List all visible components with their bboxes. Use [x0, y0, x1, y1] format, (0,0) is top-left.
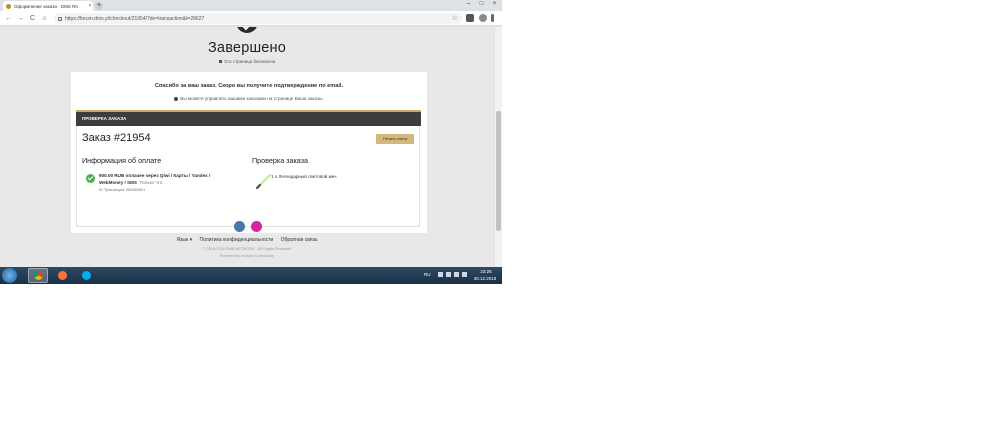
close-window-button[interactable]: ×: [488, 0, 501, 8]
print-invoice-button[interactable]: Печать счета: [376, 134, 414, 144]
payment-info-title: Информация об оплате: [82, 156, 162, 165]
order-review-title: Проверка заказа: [252, 156, 308, 165]
tab-close-icon[interactable]: ×: [87, 3, 93, 9]
skype-icon: [81, 271, 91, 280]
review-header-label: ПРОВЕРКА ЗАКАЗА: [82, 116, 127, 121]
maximize-button[interactable]: □: [475, 0, 488, 8]
reload-button[interactable]: C: [28, 14, 37, 23]
clock-time[interactable]: 23:26: [476, 269, 496, 274]
feedback-link[interactable]: Обратная связь: [281, 237, 318, 243]
browser-tab[interactable]: Оформление заказа - DMS Rö ×: [3, 1, 93, 11]
firefox-icon: [57, 271, 67, 280]
order-item: 1 x Легендарный световой меч: [271, 174, 337, 179]
language-indicator[interactable]: RU: [424, 272, 431, 277]
secure-note: Это страница безопасна: [0, 59, 494, 64]
chrome-icon: [33, 271, 43, 280]
browser-toolbar: ← → C ⌂ https://forum.dms.yt/checkout/21…: [0, 11, 502, 26]
cast-icon[interactable]: [466, 14, 474, 22]
menu-icon[interactable]: [491, 14, 494, 22]
review-header-bar: ПРОВЕРКА ЗАКАЗА: [76, 110, 421, 126]
volume-icon[interactable]: [462, 272, 467, 277]
manage-orders-note: Вы можете управлять вашими заказами на с…: [71, 96, 427, 101]
payment-time: Только что: [139, 180, 163, 185]
confirmation-card: Спасибо за ваш заказ. Скоро вы получите …: [71, 72, 427, 233]
page-viewport: Завершено Это страница безопасна Спасибо…: [0, 27, 494, 267]
account-icon[interactable]: [479, 14, 487, 22]
footer-powered[interactable]: Powered by Invision Community: [0, 254, 494, 258]
taskbar-skype[interactable]: [76, 268, 96, 283]
new-tab-button[interactable]: +: [95, 2, 103, 10]
home-button[interactable]: ⌂: [40, 14, 49, 23]
forward-button[interactable]: →: [16, 14, 25, 23]
battery-icon[interactable]: [454, 272, 459, 277]
instagram-icon[interactable]: [251, 221, 262, 232]
secure-note-text: Это страница безопасна: [223, 59, 276, 64]
scrollbar-thumb[interactable]: [496, 111, 501, 231]
payment-success-icon: [86, 174, 95, 183]
lock-icon: [58, 16, 62, 21]
privacy-link[interactable]: Политика конфиденциальности: [199, 237, 273, 243]
bookmark-star-icon[interactable]: ☆: [452, 14, 458, 22]
vk-icon[interactable]: [234, 221, 245, 232]
windows-taskbar: RU 23:26 30.12.2018: [0, 267, 502, 284]
lock-icon: [218, 60, 222, 63]
language-selector[interactable]: Язык ▾: [177, 237, 193, 243]
page-title: Завершено: [207, 40, 287, 56]
payment-line-1: 900.00 RUB оплачен через Qiwi / Карты / …: [99, 173, 210, 178]
taskbar-chrome[interactable]: [28, 268, 48, 283]
thanks-message: Спасибо за ваш заказ. Скоро вы получите …: [154, 83, 344, 89]
footer-copyright: © 2016-2018 DMS NETWORK - All Rights Res…: [202, 247, 292, 251]
clock-date[interactable]: 30.12.2018: [472, 276, 498, 281]
transaction-id: ID Транзакции: 883583801: [99, 188, 146, 192]
back-button[interactable]: ←: [4, 14, 13, 23]
payment-line-2: WebMoney / SMS Только что: [99, 180, 162, 185]
tab-title: Оформление заказа - DMS Rö: [14, 3, 78, 9]
info-icon: [174, 96, 179, 101]
minimize-button[interactable]: –: [462, 0, 475, 8]
page-scrollbar[interactable]: [495, 27, 502, 267]
screen: Оформление заказа - DMS Rö × + – □ × ← →…: [0, 0, 502, 284]
url-text: https://forum.dms.yt/checkout/21954/?do=…: [65, 15, 205, 22]
success-check-icon: [236, 27, 258, 33]
manage-orders-text[interactable]: Вы можете управлять вашими заказами на с…: [180, 96, 323, 101]
address-bar[interactable]: https://forum.dms.yt/checkout/21954/?do=…: [54, 13, 462, 24]
taskbar-firefox[interactable]: [52, 268, 72, 283]
start-button[interactable]: [2, 268, 17, 283]
payment-method-text: WebMoney / SMS: [99, 180, 137, 185]
tray-icon[interactable]: [438, 272, 443, 277]
tab-strip: Оформление заказа - DMS Rö × + – □ ×: [0, 0, 502, 11]
order-number: Заказ #21954: [82, 132, 151, 144]
network-icon[interactable]: [446, 272, 451, 277]
site-favicon-icon: [6, 3, 11, 9]
payment-amount-text: 900.00 RUB оплачен через Qiwi / Карты / …: [99, 173, 211, 178]
order-review-panel: ПРОВЕРКА ЗАКАЗА Заказ #21954 Печать счет…: [76, 110, 421, 227]
footer-links: Язык ▾ Политика конфиденциальности Обрат…: [0, 237, 494, 243]
